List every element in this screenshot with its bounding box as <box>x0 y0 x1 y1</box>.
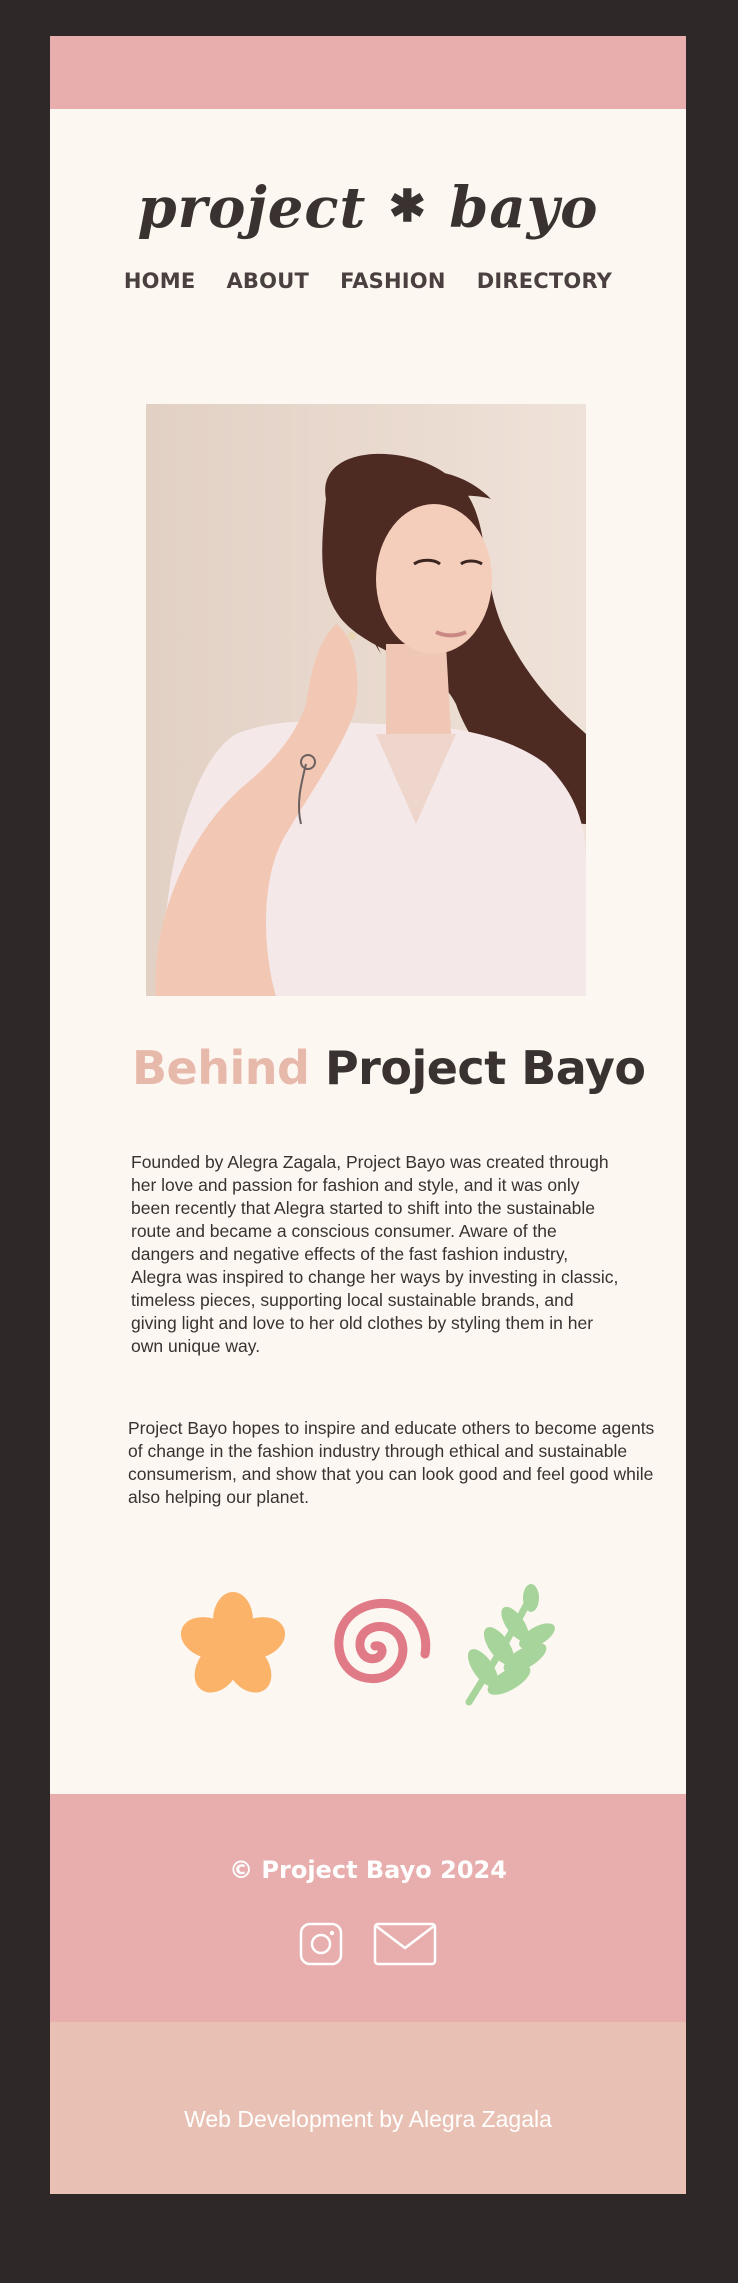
footer-main <box>50 1794 686 2022</box>
about-heading: Behind Project Bayo <box>132 1041 646 1095</box>
decor-icons <box>50 1576 686 1716</box>
logo-word-bayo: bayo <box>449 175 599 241</box>
main-nav: HOME ABOUT FASHION DIRECTORY <box>50 269 686 293</box>
site-logo[interactable]: project ✱ bayo <box>50 175 686 241</box>
social-links <box>50 1922 686 1970</box>
nav-directory[interactable]: DIRECTORY <box>477 269 612 293</box>
about-paragraph-1: Founded by Alegra Zagala, Project Bayo w… <box>131 1151 619 1356</box>
logo-word-project: project <box>137 175 367 241</box>
founder-photo-illustration <box>146 404 586 996</box>
nav-fashion[interactable]: FASHION <box>340 269 446 293</box>
top-banner <box>50 36 686 109</box>
nav-about[interactable]: ABOUT <box>226 269 309 293</box>
spiral-icon <box>334 1598 431 1684</box>
instagram-icon[interactable] <box>299 1922 343 1970</box>
mail-icon[interactable] <box>373 1922 437 1970</box>
about-heading-accent: Behind <box>132 1041 310 1095</box>
logo-star-icon: ✱ <box>388 181 427 232</box>
page-container: project ✱ bayo HOME ABOUT FASHION DIRECT… <box>50 36 686 2194</box>
about-paragraph-2: Project Bayo hopes to inspire and educat… <box>128 1417 655 1507</box>
footer-credit: Web Development by Alegra Zagala <box>184 2106 552 2132</box>
footer-copyright: © Project Bayo 2024 <box>229 1856 507 1884</box>
flower-icon <box>180 1592 286 1693</box>
founder-photo <box>146 404 586 996</box>
leaf-icon <box>465 1584 555 1706</box>
nav-home[interactable]: HOME <box>124 269 195 293</box>
about-heading-main: Project Bayo <box>324 1041 646 1095</box>
decor-icons-svg <box>180 1584 555 1706</box>
